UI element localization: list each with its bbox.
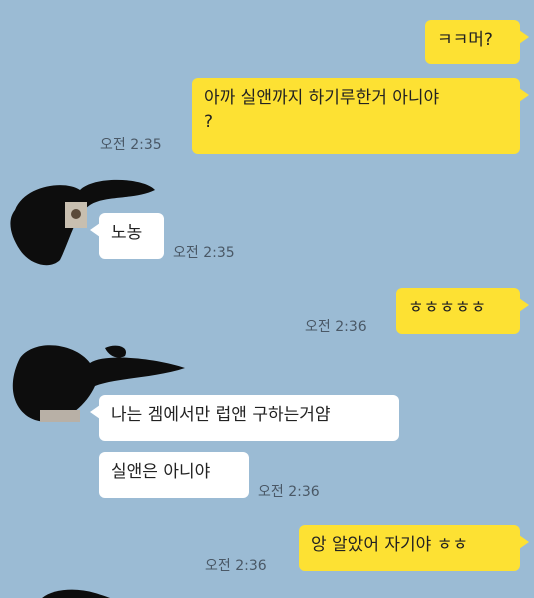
my-message-bubble[interactable]: 아까 실앤까지 하기루한거 아니야 ? [192,78,529,154]
message-timestamp: 오전 2:36 [258,484,320,500]
my-message-bubble[interactable]: ㅋㅋ머? [425,20,529,64]
other-message-bubble[interactable]: 실앤은 아니야 [99,452,249,498]
message-timestamp: 오전 2:36 [305,319,367,335]
other-message-bubble[interactable]: 노농 [90,213,164,259]
avatar-redacted-icon [42,589,111,598]
other-message-bubble[interactable]: 나는 겜에서만 럽앤 구하는거얌 [90,395,399,441]
my-message-bubble[interactable]: ㅎㅎㅎㅎㅎ [396,288,529,334]
contact-avatar[interactable] [35,585,115,598]
my-message-bubble[interactable]: 앙 알았어 자기야 ㅎㅎ [299,525,529,571]
message-timestamp: 오전 2:36 [205,558,267,574]
message-timestamp: 오전 2:35 [173,245,235,261]
message-timestamp: 오전 2:35 [100,137,162,153]
